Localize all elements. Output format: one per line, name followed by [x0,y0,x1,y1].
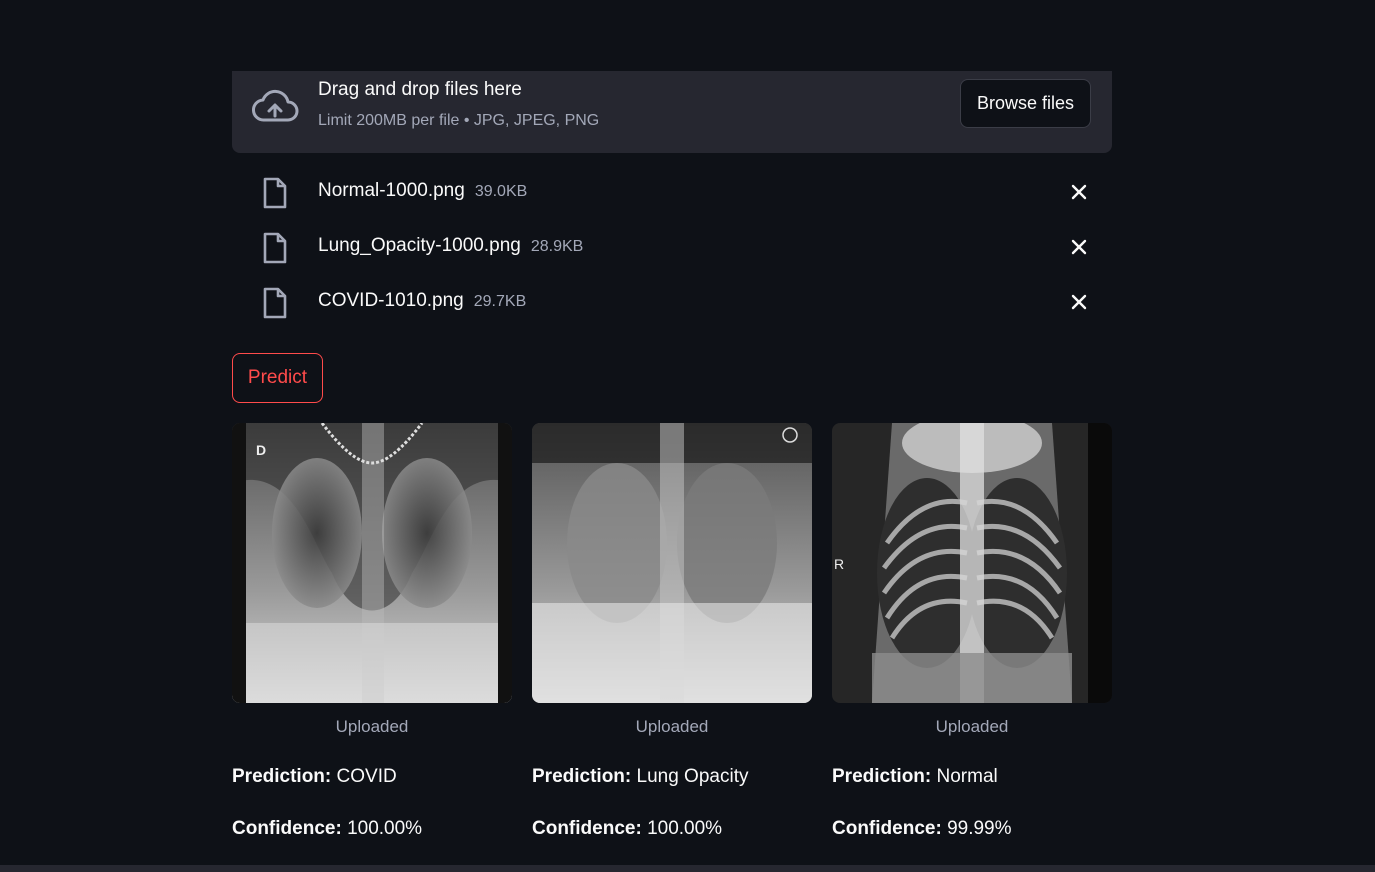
file-icon [263,177,287,209]
confidence-value: 100.00% [647,818,723,839]
file-size: 29.7KB [473,293,527,310]
file-size: 28.9KB [530,238,584,255]
remove-file-close-icon[interactable] [1068,236,1090,258]
cloud-upload-icon [252,89,299,122]
file-name: Normal-1000.png 39.0KB [318,180,528,201]
xray-image [532,423,812,703]
dropzone-limit-text: Limit 200MB per file • JPG, JPEG, PNG [318,112,600,129]
file-row: Lung_Opacity-1000.png 28.9KB [232,220,1112,275]
xray-image: R [832,423,1112,703]
prediction-text: Prediction: COVID [232,766,397,787]
prediction-text: Prediction: Normal [832,766,998,787]
remove-file-close-icon[interactable] [1068,291,1090,313]
file-icon [263,232,287,264]
xray-marker: D [256,442,266,458]
prediction-value: Lung Opacity [636,766,749,787]
confidence-text: Confidence: 99.99% [832,818,1012,839]
remove-file-close-icon[interactable] [1068,181,1090,203]
file-row: Normal-1000.png 39.0KB [232,165,1112,220]
uploaded-file-list: Normal-1000.png 39.0KB Lung_Opacity-1000.… [232,165,1112,330]
confidence-value: 99.99% [947,818,1012,839]
result-column: Uploaded Prediction: Lung Opacity Confid… [532,423,812,840]
xray-image: D [232,423,512,703]
xray-marker: R [834,556,844,572]
bottom-status-bar [0,865,1375,872]
predict-button[interactable]: Predict [232,353,323,403]
file-name: Lung_Opacity-1000.png 28.9KB [318,235,584,256]
prediction-value: COVID [336,766,397,787]
file-icon [263,287,287,319]
file-dropzone[interactable]: Drag and drop files here Limit 200MB per… [232,71,1112,153]
prediction-text: Prediction: Lung Opacity [532,766,749,787]
file-size: 39.0KB [474,183,528,200]
result-column: D Uploaded Prediction: COVID Confidence:… [232,423,512,840]
image-caption: Uploaded [635,717,709,736]
file-row: COVID-1010.png 29.7KB [232,275,1112,330]
browse-files-button[interactable]: Browse files [959,79,1091,128]
confidence-value: 100.00% [347,818,423,839]
confidence-text: Confidence: 100.00% [532,818,723,839]
prediction-value: Normal [936,766,998,787]
dropzone-title: Drag and drop files here [318,79,522,100]
confidence-text: Confidence: 100.00% [232,818,423,839]
result-column: R Uploaded Prediction: Normal Confidence… [832,423,1112,840]
file-name: COVID-1010.png 29.7KB [318,290,527,311]
image-caption: Uploaded [335,717,409,736]
image-caption: Uploaded [935,717,1009,736]
